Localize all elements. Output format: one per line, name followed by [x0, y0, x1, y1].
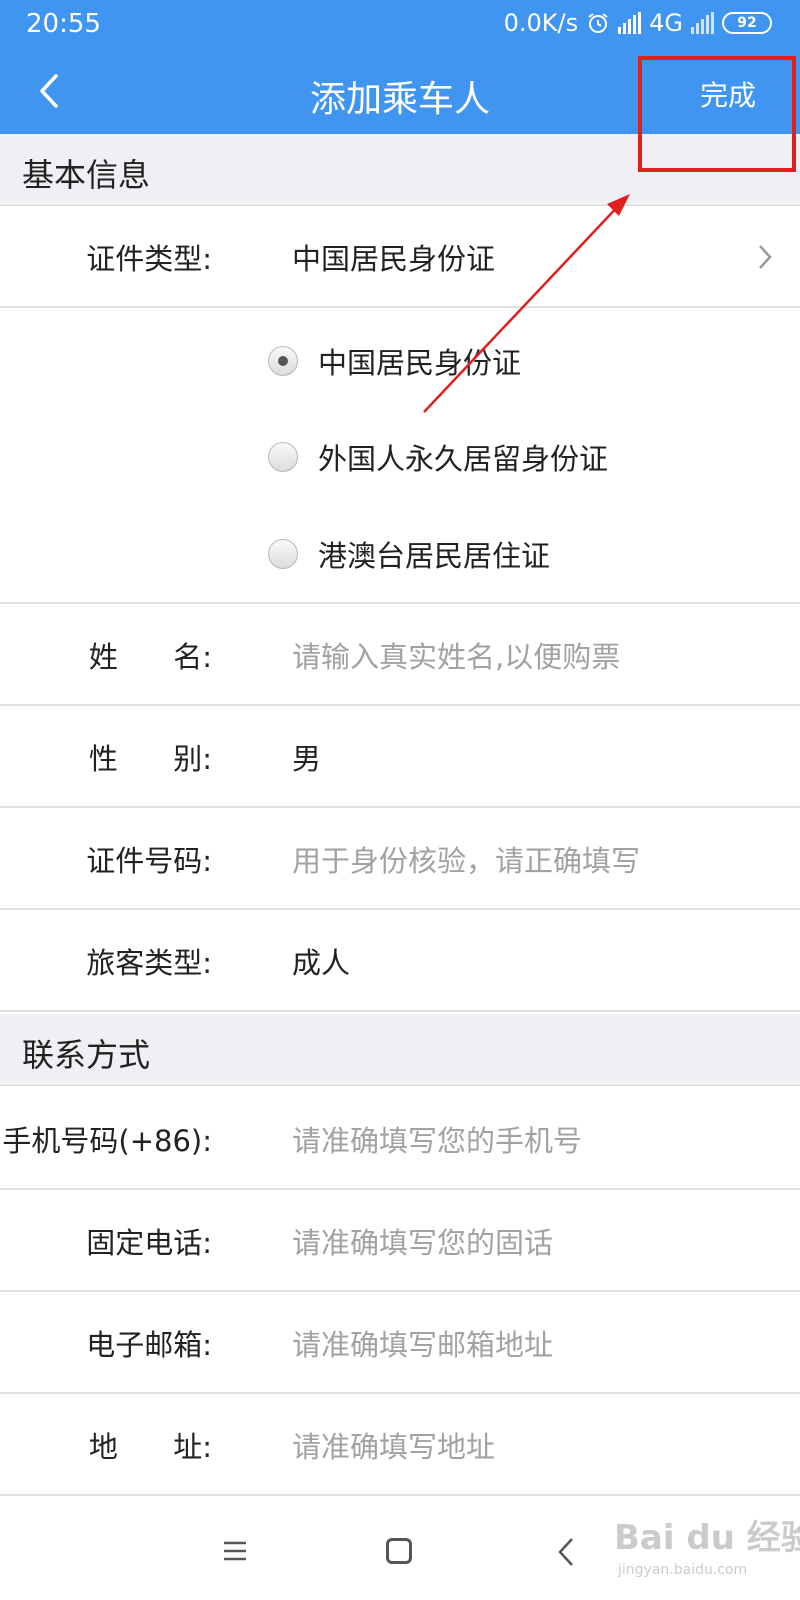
id-type-option-hk-mo-tw[interactable]: 港澳台居民居住证	[268, 534, 550, 574]
signal-bars-icon	[618, 12, 642, 34]
id-number-label: 证件号码:	[86, 844, 212, 878]
back-icon[interactable]	[556, 1536, 576, 1568]
radio-button[interactable]	[268, 539, 298, 569]
id-number-input[interactable]: 用于身份核验，请正确填写	[292, 838, 640, 880]
id-type-row[interactable]: 证件类型: 中国居民身份证	[0, 206, 800, 308]
mobile-row: 手机号码(+86): 请准确填写您的手机号	[0, 1088, 800, 1190]
status-time: 20:55	[26, 9, 101, 39]
landline-row: 固定电话: 请准确填写您的固话	[0, 1190, 800, 1292]
section-header-contact: 联系方式	[0, 1014, 800, 1086]
gender-row[interactable]: 性 别: 男	[0, 706, 800, 808]
passenger-type-value: 成人	[292, 946, 351, 980]
net-speed: 0.0K/s	[503, 9, 579, 37]
radio-button[interactable]	[268, 442, 298, 472]
option-label: 外国人永久居留身份证	[318, 442, 609, 476]
status-bar: 20:55 0.0K/s 4G 92	[0, 0, 800, 50]
id-type-options: 中国居民身份证 外国人永久居留身份证 港澳台居民居住证	[0, 312, 800, 604]
watermark: Bai du 经验 jingyan.baidu.com	[614, 1510, 800, 1590]
menu-icon[interactable]	[222, 1540, 248, 1562]
address-label: 地 址:	[88, 1430, 212, 1464]
passenger-type-label: 旅客类型:	[86, 946, 212, 980]
gender-value: 男	[292, 742, 322, 776]
id-type-option-foreign-pr[interactable]: 外国人永久居留身份证	[268, 437, 608, 477]
address-input[interactable]: 请准确填写地址	[292, 1424, 495, 1466]
name-row: 姓 名: 请输入真实姓名,以便购票	[0, 604, 800, 706]
address-row: 地 址: 请准确填写地址	[0, 1394, 800, 1496]
option-label: 中国居民身份证	[318, 346, 522, 380]
name-label: 姓 名:	[88, 640, 212, 674]
home-icon[interactable]	[386, 1538, 412, 1564]
radio-button-checked[interactable]	[268, 346, 298, 376]
battery-icon: 92	[722, 12, 772, 34]
highlight-box	[638, 56, 796, 172]
section-title: 联系方式	[22, 1036, 151, 1074]
mobile-label: 手机号码(+86):	[2, 1124, 212, 1158]
section-title: 基本信息	[22, 156, 151, 194]
status-icons: 0.0K/s 4G 92	[504, 9, 772, 37]
email-row: 电子邮箱: 请准确填写邮箱地址	[0, 1292, 800, 1394]
email-label: 电子邮箱:	[86, 1328, 212, 1362]
watermark-sub: jingyan.baidu.com	[618, 1562, 748, 1578]
option-label: 港澳台居民居住证	[318, 539, 551, 573]
id-number-row: 证件号码: 用于身份核验，请正确填写	[0, 808, 800, 910]
email-input[interactable]: 请准确填写邮箱地址	[292, 1322, 553, 1364]
passenger-type-row[interactable]: 旅客类型: 成人	[0, 910, 800, 1012]
signal-bars-icon	[691, 12, 714, 34]
landline-label: 固定电话:	[86, 1226, 212, 1260]
name-input[interactable]: 请输入真实姓名,以便购票	[292, 634, 620, 676]
id-type-value: 中国居民身份证	[292, 242, 496, 276]
mobile-input[interactable]: 请准确填写您的手机号	[292, 1118, 582, 1160]
id-type-label: 证件类型:	[86, 242, 212, 276]
landline-input[interactable]: 请准确填写您的固话	[292, 1220, 553, 1262]
chevron-right-icon	[759, 245, 772, 269]
watermark-text: Bai du 经验	[614, 1518, 800, 1558]
gender-label: 性 别:	[88, 742, 212, 776]
alarm-clock-icon	[588, 13, 608, 33]
id-type-option-cn-id[interactable]: 中国居民身份证	[268, 341, 521, 381]
network-type: 4G	[649, 9, 683, 37]
